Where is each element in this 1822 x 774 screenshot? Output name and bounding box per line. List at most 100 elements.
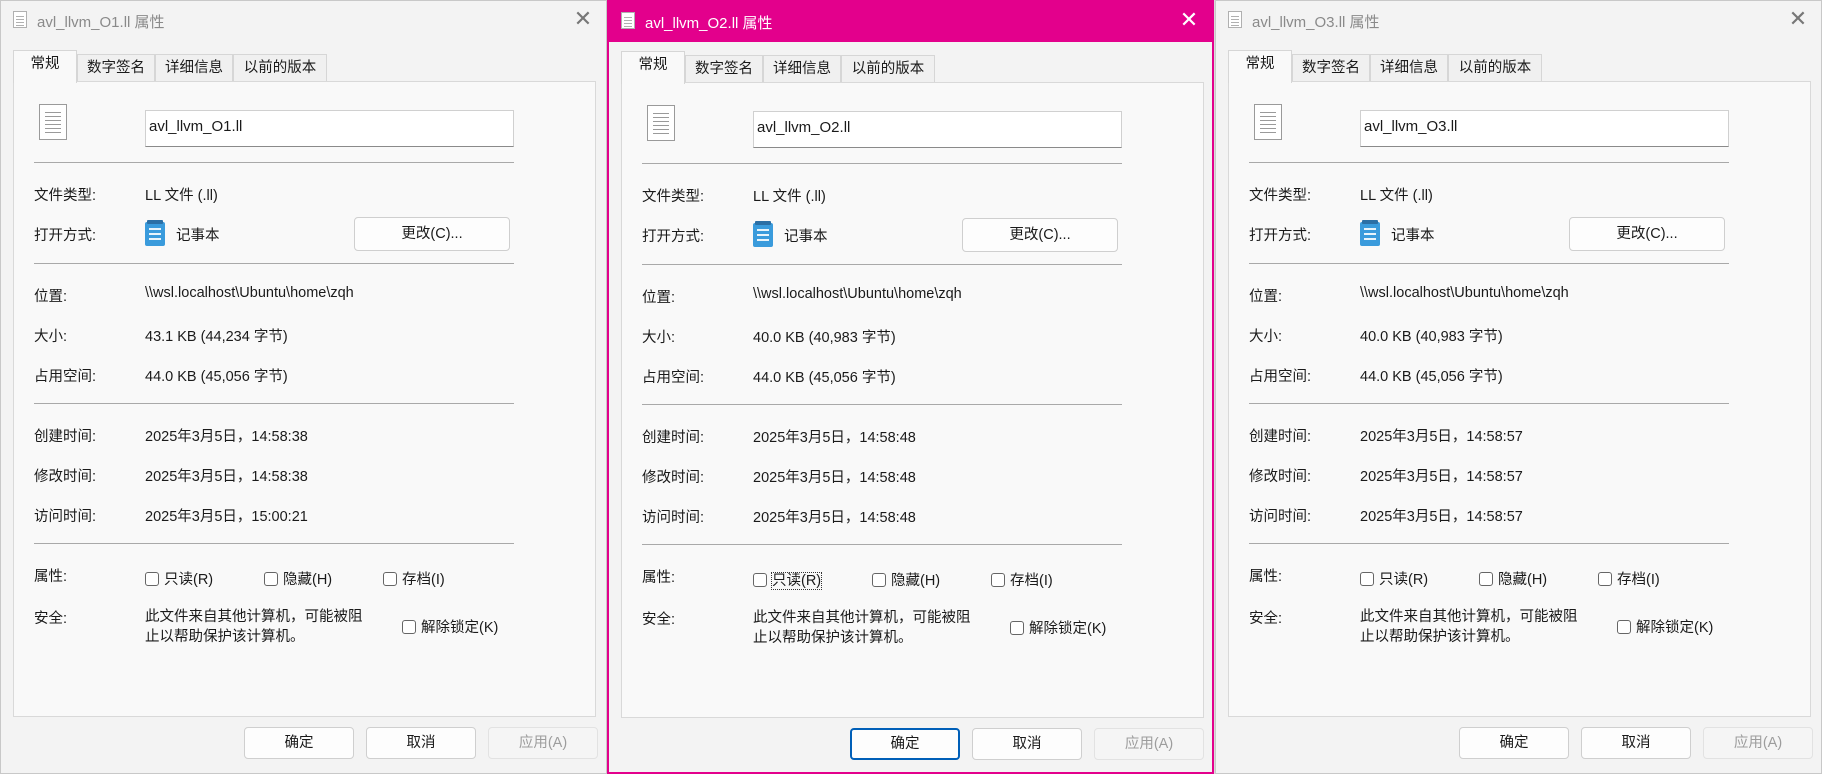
tab-general[interactable]: 常规 <box>621 51 685 84</box>
open-with-app: 记事本 <box>176 228 220 244</box>
close-icon[interactable]: ✕ <box>1166 2 1212 42</box>
tab-previous-versions[interactable]: 以前的版本 <box>1448 54 1542 81</box>
checkbox-box[interactable] <box>991 572 1005 587</box>
hidden-label: 隐藏(H) <box>283 572 333 588</box>
window-title: avl_llvm_O1.ll 属性 <box>37 14 165 31</box>
separator <box>642 404 1122 405</box>
checkbox-box[interactable] <box>264 571 278 586</box>
created-value: 2025年3月5日，14:58:38 <box>145 429 308 445</box>
security-label: 安全: <box>642 612 676 628</box>
location-label: 位置: <box>34 289 68 305</box>
file-icon <box>647 105 675 141</box>
separator <box>1249 403 1729 404</box>
readonly-checkbox[interactable]: 只读(R) <box>145 568 213 589</box>
checkbox-box[interactable] <box>1010 620 1024 635</box>
size-label: 大小: <box>34 329 68 345</box>
size-label: 大小: <box>1249 329 1283 345</box>
file-icon <box>39 104 67 140</box>
hidden-checkbox[interactable]: 隐藏(H) <box>1479 568 1547 589</box>
unblock-label: 解除锁定(K) <box>421 620 499 636</box>
file-type-value: LL 文件 (.ll) <box>753 189 826 205</box>
ok-button[interactable]: 确定 <box>244 727 354 759</box>
tab-digital-signature[interactable]: 数字签名 <box>1292 54 1370 81</box>
tab-previous-versions[interactable]: 以前的版本 <box>233 54 327 81</box>
tab-general[interactable]: 常规 <box>13 50 77 83</box>
modified-value: 2025年3月5日，14:58:48 <box>753 470 916 486</box>
change-button[interactable]: 更改(C)... <box>354 217 510 251</box>
separator <box>34 263 514 264</box>
created-label: 创建时间: <box>1249 429 1312 445</box>
notepad-icon <box>753 221 773 247</box>
cancel-button[interactable]: 取消 <box>1581 727 1691 759</box>
checkbox-box[interactable] <box>145 571 159 586</box>
checkbox-box[interactable] <box>872 572 886 587</box>
readonly-checkbox[interactable]: 只读(R) <box>1360 568 1428 589</box>
security-label: 安全: <box>34 611 68 627</box>
size-value: 43.1 KB (44,234 字节) <box>145 329 288 345</box>
readonly-label: 只读(R) <box>770 572 823 590</box>
cancel-button[interactable]: 取消 <box>366 727 476 759</box>
checkbox-box[interactable] <box>1617 619 1631 634</box>
checkbox-box[interactable] <box>1360 571 1374 586</box>
disk-size-label: 占用空间: <box>34 369 97 385</box>
tab-digital-signature[interactable]: 数字签名 <box>685 55 763 82</box>
archive-checkbox[interactable]: 存档(I) <box>1598 568 1660 589</box>
security-message: 此文件来自其他计算机，可能被阻止以帮助保护该计算机。 <box>753 610 971 646</box>
created-label: 创建时间: <box>34 429 97 445</box>
archive-checkbox[interactable]: 存档(I) <box>991 569 1053 590</box>
archive-checkbox[interactable]: 存档(I) <box>383 568 445 589</box>
separator <box>1249 162 1729 163</box>
location-label: 位置: <box>642 290 676 306</box>
accessed-label: 访问时间: <box>1249 509 1312 525</box>
filename-input[interactable]: avl_llvm_O3.ll <box>1360 110 1729 147</box>
title-bar[interactable]: avl_llvm_O2.ll 属性 ✕ <box>609 2 1212 42</box>
title-bar[interactable]: avl_llvm_O1.ll 属性 ✕ <box>1 1 606 41</box>
checkbox-box[interactable] <box>1598 571 1612 586</box>
tab-digital-signature[interactable]: 数字签名 <box>77 54 155 81</box>
filename-input[interactable]: avl_llvm_O2.ll <box>753 111 1122 148</box>
checkbox-box[interactable] <box>402 619 416 634</box>
filename-input[interactable]: avl_llvm_O1.ll <box>145 110 514 147</box>
hidden-checkbox[interactable]: 隐藏(H) <box>872 569 940 590</box>
separator <box>34 543 514 544</box>
properties-window-o1: avl_llvm_O1.ll 属性 ✕ 常规 数字签名 详细信息 以前的版本 a… <box>0 0 607 774</box>
tab-details[interactable]: 详细信息 <box>763 55 841 82</box>
size-value: 40.0 KB (40,983 字节) <box>1360 329 1503 345</box>
notepad-icon <box>1360 220 1380 246</box>
location-value: \\wsl.localhost\Ubuntu\home\zqh <box>1360 285 1569 301</box>
apply-button[interactable]: 应用(A) <box>1094 728 1204 760</box>
ok-button[interactable]: 确定 <box>850 728 960 760</box>
checkbox-box[interactable] <box>1479 571 1493 586</box>
separator <box>34 403 514 404</box>
close-icon[interactable]: ✕ <box>560 1 606 41</box>
hidden-checkbox[interactable]: 隐藏(H) <box>264 568 332 589</box>
separator <box>1249 263 1729 264</box>
unblock-checkbox[interactable]: 解除锁定(K) <box>1617 616 1713 637</box>
apply-button[interactable]: 应用(A) <box>488 727 598 759</box>
file-icon <box>621 12 635 29</box>
unblock-checkbox[interactable]: 解除锁定(K) <box>1010 617 1106 638</box>
separator <box>1249 543 1729 544</box>
readonly-checkbox[interactable]: 只读(R) <box>753 569 823 590</box>
close-icon[interactable]: ✕ <box>1775 1 1821 41</box>
created-label: 创建时间: <box>642 430 705 446</box>
checkbox-box[interactable] <box>383 571 397 586</box>
checkbox-box[interactable] <box>753 572 767 587</box>
window-title: avl_llvm_O3.ll 属性 <box>1252 14 1380 31</box>
change-button[interactable]: 更改(C)... <box>962 218 1118 252</box>
tab-details[interactable]: 详细信息 <box>1370 54 1448 81</box>
attributes-label: 属性: <box>34 569 68 585</box>
window-title: avl_llvm_O2.ll 属性 <box>645 15 773 32</box>
change-button[interactable]: 更改(C)... <box>1569 217 1725 251</box>
tab-details[interactable]: 详细信息 <box>155 54 233 81</box>
ok-button[interactable]: 确定 <box>1459 727 1569 759</box>
tab-previous-versions[interactable]: 以前的版本 <box>841 55 935 82</box>
size-label: 大小: <box>642 330 676 346</box>
title-bar[interactable]: avl_llvm_O3.ll 属性 ✕ <box>1216 1 1821 41</box>
unblock-checkbox[interactable]: 解除锁定(K) <box>402 616 498 637</box>
notepad-icon <box>145 220 165 246</box>
apply-button[interactable]: 应用(A) <box>1703 727 1813 759</box>
open-with-label: 打开方式: <box>34 228 97 244</box>
cancel-button[interactable]: 取消 <box>972 728 1082 760</box>
tab-general[interactable]: 常规 <box>1228 50 1292 83</box>
